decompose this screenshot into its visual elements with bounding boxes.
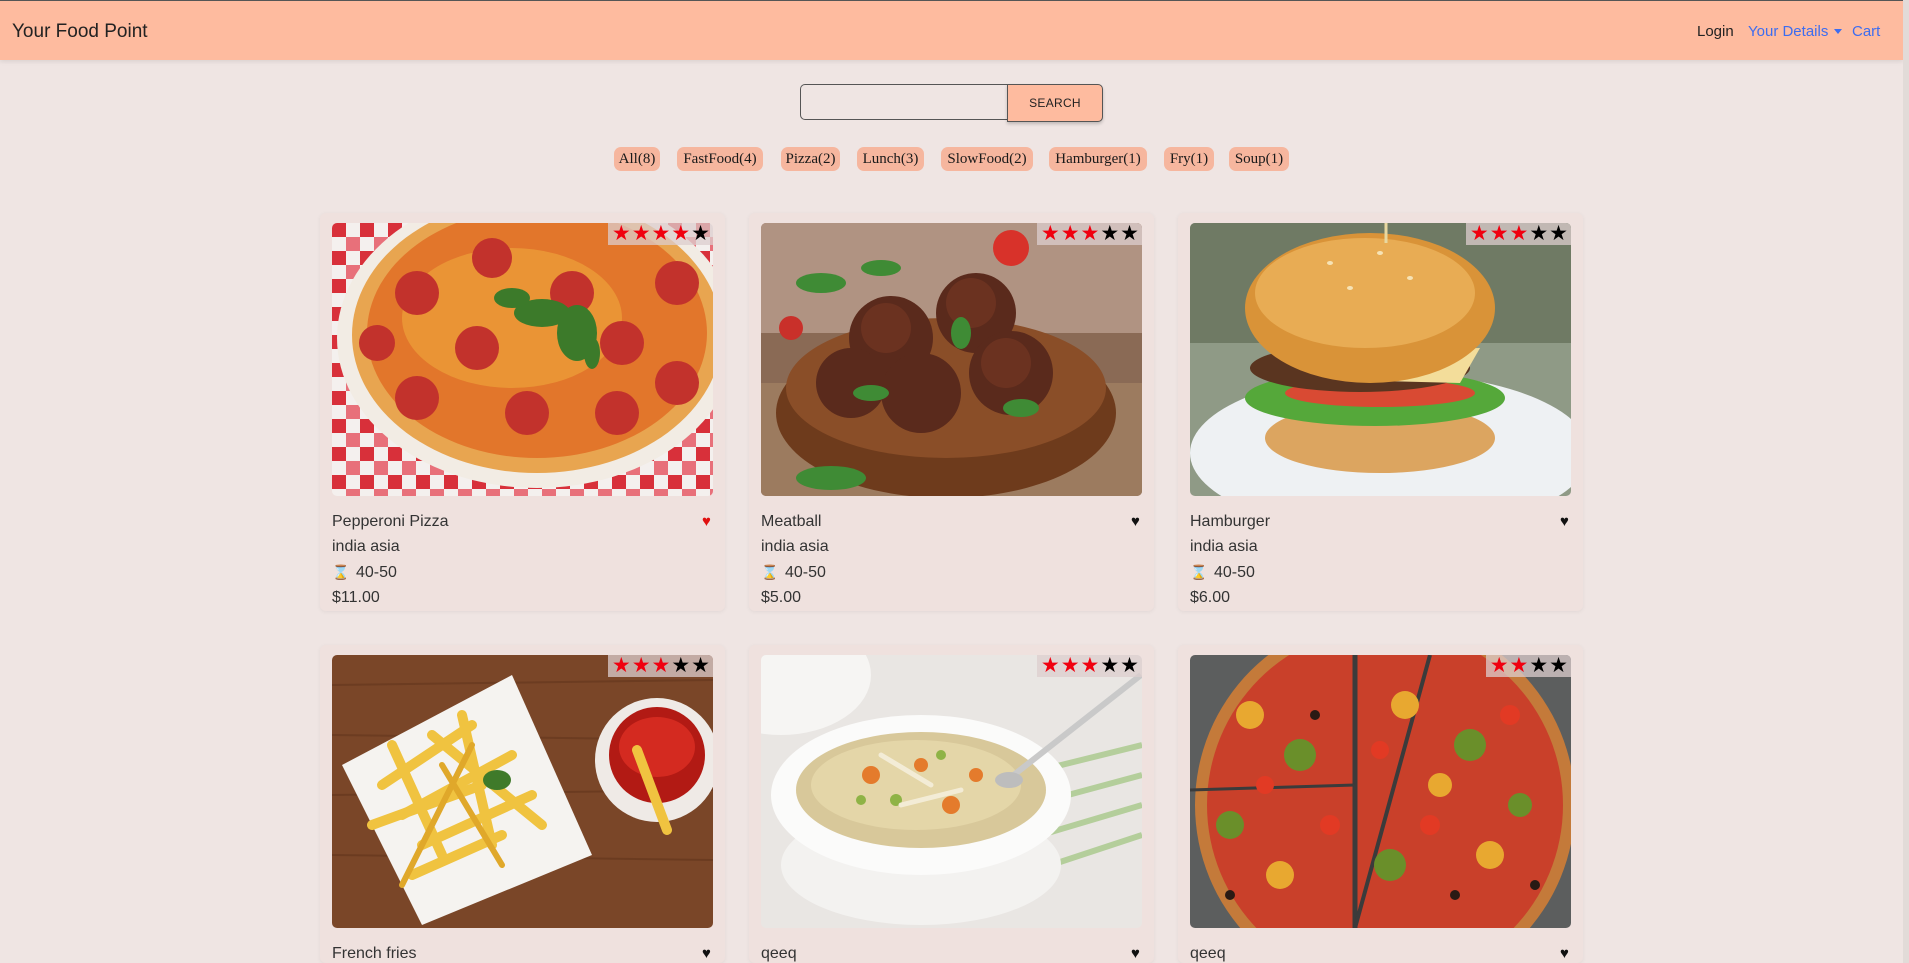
rating-stars: ★★★★★ (1036, 655, 1142, 677)
star-icon: ★ (1489, 223, 1510, 245)
star-icon: ★ (651, 655, 672, 677)
food-card[interactable]: ★★★★★ qeeq ♥ (749, 645, 1154, 963)
food-origin: india asia (761, 538, 829, 555)
cook-time: ⌛ 40-50 (332, 564, 397, 582)
star-icon: ★ (1549, 223, 1569, 245)
login-link[interactable]: Login (1697, 23, 1734, 40)
your-details-dropdown[interactable]: Your Details (1748, 23, 1843, 40)
star-icon: ★ (1040, 223, 1061, 245)
french-fries-image[interactable]: ★★★★★ (332, 655, 713, 928)
cook-time: ⌛ 40-50 (1190, 564, 1255, 582)
category-tag-all[interactable]: All(8) (614, 147, 660, 171)
star-icon: ★ (631, 223, 652, 245)
star-icon: ★ (691, 223, 711, 245)
star-icon: ★ (1469, 223, 1490, 245)
category-tag-pizza[interactable]: Pizza(2) (781, 147, 840, 171)
star-icon: ★ (1100, 655, 1121, 677)
star-icon: ★ (651, 223, 672, 245)
veggie-pizza-image[interactable]: ★★★★ (1190, 655, 1571, 928)
cook-time-value: 40-50 (356, 564, 397, 581)
star-icon: ★ (671, 655, 692, 677)
caret-down-icon (1834, 29, 1843, 34)
food-name: Pepperoni Pizza (332, 513, 449, 530)
rating-stars: ★★★★★ (1465, 223, 1571, 245)
scrollbar-thumb[interactable] (1903, 0, 1909, 963)
heart-icon[interactable]: ♥ (702, 513, 711, 530)
rating-stars: ★★★★★ (607, 223, 713, 245)
food-name: qeeq (761, 945, 797, 962)
category-tag-fastfood[interactable]: FastFood(4) (677, 147, 763, 171)
food-name: Meatball (761, 513, 822, 530)
star-icon: ★ (631, 655, 652, 677)
food-origin: india asia (1190, 538, 1258, 555)
star-icon: ★ (1120, 655, 1140, 677)
star-icon: ★ (691, 655, 711, 677)
food-name: Hamburger (1190, 513, 1271, 530)
cook-time-value: 40-50 (785, 564, 826, 581)
star-icon: ★ (1080, 655, 1101, 677)
star-icon: ★ (1080, 223, 1101, 245)
food-name: qeeq (1190, 945, 1226, 962)
star-icon: ★ (1529, 655, 1550, 677)
food-origin: india asia (332, 538, 400, 555)
food-name: French fries (332, 945, 417, 962)
category-tag-soup[interactable]: Soup(1) (1229, 147, 1289, 171)
food-card[interactable]: ★★★★ qeeq ♥ (1178, 645, 1583, 963)
your-details-label: Your Details (1748, 23, 1829, 40)
hourglass-icon: ⌛ (332, 564, 350, 580)
category-tag-slowfood[interactable]: SlowFood(2) (941, 147, 1033, 171)
soup-image[interactable]: ★★★★★ (761, 655, 1142, 928)
star-icon: ★ (611, 655, 632, 677)
hourglass-icon: ⌛ (761, 564, 779, 580)
star-icon: ★ (1040, 655, 1061, 677)
cart-link[interactable]: Cart (1852, 23, 1880, 40)
star-icon: ★ (1509, 223, 1530, 245)
category-tag-lunch[interactable]: Lunch(3) (857, 147, 924, 171)
heart-icon[interactable]: ♥ (1131, 513, 1140, 530)
star-icon: ★ (1100, 223, 1121, 245)
cook-time-value: 40-50 (1214, 564, 1255, 581)
meatball-image[interactable]: ★★★★★ (761, 223, 1142, 496)
pepperoni-pizza-image[interactable]: ★★★★★ (332, 223, 713, 496)
star-icon: ★ (1060, 655, 1081, 677)
star-icon: ★ (611, 223, 632, 245)
search-input[interactable] (800, 84, 1010, 120)
search-button[interactable]: SEARCH (1007, 84, 1103, 122)
scrollbar[interactable] (1903, 0, 1909, 963)
brand-link[interactable]: Your Food Point (12, 21, 148, 43)
star-icon: ★ (1529, 223, 1550, 245)
star-icon: ★ (671, 223, 692, 245)
cook-time: ⌛ 40-50 (761, 564, 826, 582)
navbar: Your Food Point Login Your Details Cart (0, 0, 1903, 60)
hourglass-icon: ⌛ (1190, 564, 1208, 580)
category-tag-fry[interactable]: Fry(1) (1164, 147, 1214, 171)
food-price: $5.00 (761, 589, 802, 606)
star-icon: ★ (1549, 655, 1569, 677)
heart-icon[interactable]: ♥ (1131, 945, 1140, 962)
food-card[interactable]: ★★★★★ Hamburger ♥ india asia ⌛ 40-50 $6.0… (1178, 213, 1583, 611)
food-price: $11.00 (332, 589, 380, 606)
star-icon: ★ (1120, 223, 1140, 245)
heart-icon[interactable]: ♥ (1560, 513, 1569, 530)
hamburger-image[interactable]: ★★★★★ (1190, 223, 1571, 496)
rating-stars: ★★★★ (1485, 655, 1571, 677)
star-icon: ★ (1509, 655, 1530, 677)
rating-stars: ★★★★★ (1036, 223, 1142, 245)
rating-stars: ★★★★★ (607, 655, 713, 677)
heart-icon[interactable]: ♥ (1560, 945, 1569, 962)
star-icon: ★ (1060, 223, 1081, 245)
food-card[interactable]: ★★★★★ French fries ♥ (320, 645, 725, 963)
food-card[interactable]: ★★★★★ Pepperoni Pizza ♥ india asia ⌛ 40-5… (320, 213, 725, 611)
category-tag-hamburger[interactable]: Hamburger(1) (1049, 147, 1147, 171)
food-price: $6.00 (1190, 589, 1231, 606)
heart-icon[interactable]: ♥ (702, 945, 711, 962)
star-icon: ★ (1489, 655, 1510, 677)
food-card[interactable]: ★★★★★ Meatball ♥ india asia ⌛ 40-50 $5.00 (749, 213, 1154, 611)
